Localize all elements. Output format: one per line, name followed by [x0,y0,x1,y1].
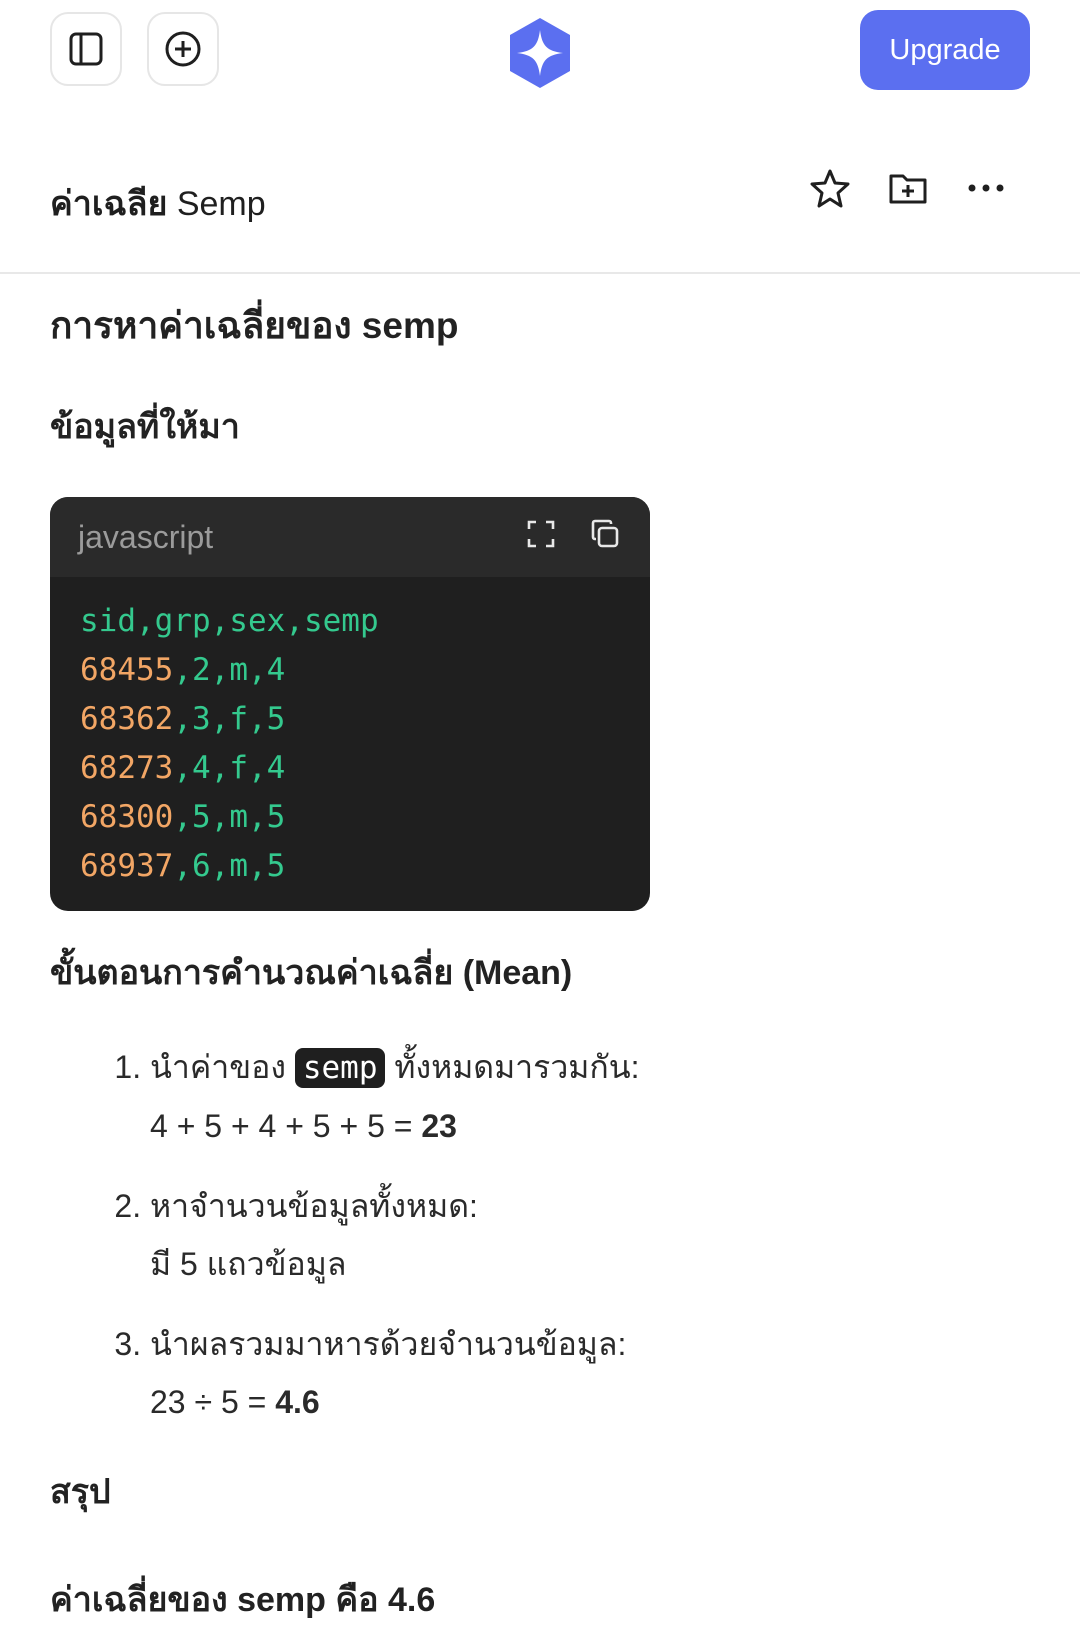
answer-heading: การหาค่าเฉลี่ยของ semp [50,305,459,346]
sidebar-icon [69,32,103,66]
upgrade-button[interactable]: Upgrade [860,10,1030,90]
code-line: 68300,5,m,5 [80,799,286,835]
chat-title-rest: Semp [167,185,266,223]
code-line: 68362,3,f,5 [80,701,286,737]
list-item: นำค่าของ semp ทั้งหมดมารวมกัน: 4 + 5 + 4… [150,1045,1030,1148]
app-logo-icon [510,18,570,88]
code-language-label: javascript [78,518,214,555]
chat-title: ค่าเฉลีย Semp [50,176,266,230]
favorite-button[interactable] [810,168,850,213]
summary-heading: สรุป [50,1473,111,1511]
inline-code: semp [294,1048,386,1088]
list-item: หาจำนวนข้อมูลทั้งหมด: มี 5 แถวข้อมูล [150,1184,1030,1286]
new-chat-button[interactable] [147,12,219,86]
steps-heading: ขั้นตอนการคำนวณค่าเฉลี่ย (Mean) [50,954,573,992]
code-line: 68937,6,m,5 [80,848,286,884]
folder-plus-icon [889,174,927,204]
code-body: sid,grp,sex,semp 68455,2,m,4 68362,3,f,5… [50,577,650,911]
given-data-heading: ข้อมูลที่ให้มา [50,408,240,446]
copy-icon[interactable] [590,519,620,549]
list-item: นำผลรวมมาหารด้วยจำนวนข้อมูล: 23 ÷ 5 = 4.… [150,1322,1030,1424]
more-options-button[interactable] [966,168,1006,213]
summary-text: ค่าเฉลี่ยของ semp คือ 4.6 [50,1581,436,1619]
code-header: javascript [50,497,650,577]
plus-circle-icon [165,31,201,67]
more-dots-icon [968,184,1004,192]
code-line-header: sid,grp,sex,semp [80,603,379,639]
code-line: 68273,4,f,4 [80,750,286,786]
code-line: 68455,2,m,4 [80,652,286,688]
steps-list: นำค่าของ semp ทั้งหมดมารวมกัน: 4 + 5 + 4… [50,1045,1030,1424]
chat-title-bold: ค่าเฉลีย [50,185,168,223]
star-icon [810,169,850,208]
code-block: javascript sid,grp,sex,semp 68455,2,m,4 … [50,497,650,911]
top-bar: Upgrade [0,0,1080,120]
add-to-folder-button[interactable] [888,168,928,213]
chat-title-bar: ค่าเฉลีย Semp [0,120,1080,274]
sidebar-toggle-button[interactable] [50,12,122,86]
expand-icon[interactable] [526,519,556,549]
message-content: การหาค่าเฉลี่ยของ semp ข้อมูลที่ให้มา ja… [0,296,1080,1626]
